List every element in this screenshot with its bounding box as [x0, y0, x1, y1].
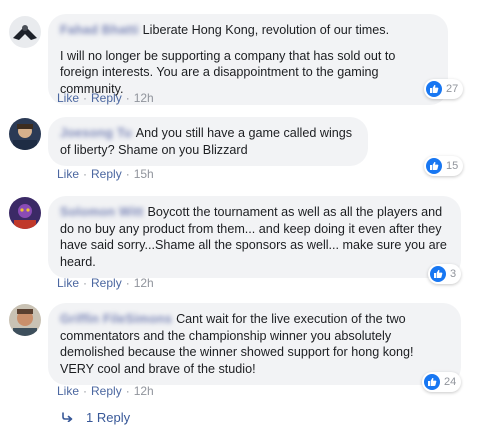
avatar-image — [9, 118, 41, 150]
reply-link[interactable]: Reply — [91, 276, 122, 290]
reaction-count[interactable]: 15 — [424, 156, 464, 176]
reaction-number: 3 — [450, 268, 457, 280]
like-link[interactable]: Like — [57, 91, 79, 105]
avatar[interactable] — [9, 197, 41, 229]
separator: · — [83, 91, 88, 105]
separator: · — [83, 384, 88, 398]
comment-bubble: Griffin FileSimons Cant wait for the live… — [48, 303, 461, 385]
comment-author[interactable]: Fahad Bhatti — [60, 22, 139, 39]
comment-text-paragraph: I will no longer be supporting a company… — [60, 48, 396, 96]
timestamp[interactable]: 15h — [134, 167, 154, 181]
comment-bubble: Solomon Witt Boycott the tournament as we… — [48, 196, 461, 278]
avatar[interactable] — [9, 118, 41, 150]
reaction-count[interactable]: 3 — [428, 264, 462, 284]
reply-link[interactable]: Reply — [91, 167, 122, 181]
thumbs-up-icon — [430, 266, 446, 282]
comment-author[interactable]: Joesong Tu — [60, 125, 132, 142]
separator: · — [125, 276, 130, 290]
separator: · — [125, 91, 130, 105]
reaction-number: 24 — [444, 376, 457, 388]
avatar[interactable] — [9, 16, 41, 48]
timestamp[interactable]: 12h — [134, 276, 154, 290]
avatar-image — [9, 197, 41, 229]
timestamp[interactable]: 12h — [134, 91, 154, 105]
comment-text: Liberate Hong Kong, revolution of our ti… — [142, 23, 390, 37]
timestamp[interactable]: 12h — [134, 384, 154, 398]
avatar-image — [9, 16, 41, 48]
like-link[interactable]: Like — [57, 276, 79, 290]
comment-actions: Like · Reply · 15h — [57, 167, 154, 181]
comment-author[interactable]: Griffin FileSimons — [60, 311, 172, 328]
avatar-image — [9, 304, 41, 336]
like-link[interactable]: Like — [57, 167, 79, 181]
view-replies-link[interactable]: 1 Reply — [62, 410, 130, 425]
separator: · — [125, 384, 130, 398]
reaction-count[interactable]: 24 — [422, 372, 462, 392]
like-link[interactable]: Like — [57, 384, 79, 398]
separator: · — [83, 167, 88, 181]
reaction-number: 27 — [446, 83, 459, 95]
thumbs-up-icon — [426, 158, 442, 174]
comment-actions: Like · Reply · 12h — [57, 276, 154, 290]
comment-bubble: Joesong Tu And you still have a game call… — [48, 117, 368, 166]
comment-actions: Like · Reply · 12h — [57, 91, 154, 105]
reaction-count[interactable]: 27 — [424, 79, 464, 99]
separator: · — [125, 167, 130, 181]
reply-link[interactable]: Reply — [91, 91, 122, 105]
avatar[interactable] — [9, 304, 41, 336]
thumbs-up-icon — [424, 374, 440, 390]
thumbs-up-icon — [426, 81, 442, 97]
reply-arrow-icon — [62, 410, 74, 425]
reply-link[interactable]: Reply — [91, 384, 122, 398]
replies-label[interactable]: 1 Reply — [86, 410, 130, 425]
comment-author[interactable]: Solomon Witt — [60, 204, 143, 221]
separator: · — [83, 276, 88, 290]
comment-actions: Like · Reply · 12h — [57, 384, 154, 398]
reaction-number: 15 — [446, 160, 459, 172]
